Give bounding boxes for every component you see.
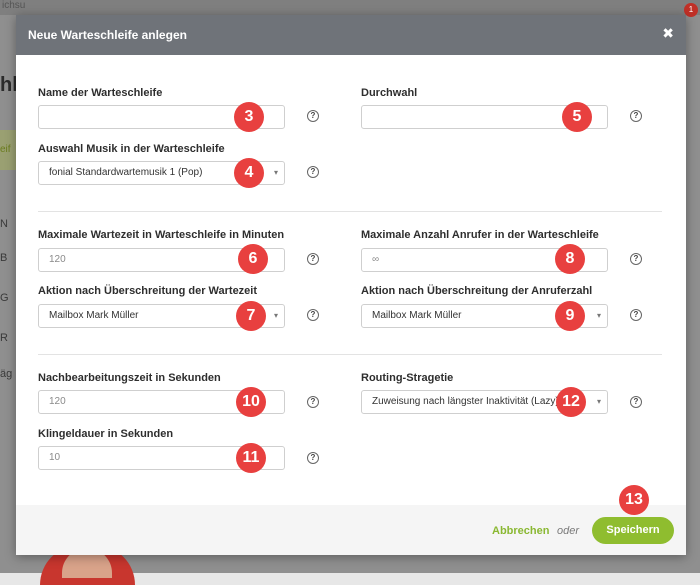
chevron-down-icon: ▾ <box>273 311 278 320</box>
modal-title: Neue Warteschleife anlegen <box>28 28 187 42</box>
klingeldauer-label: Klingeldauer in Sekunden <box>38 428 174 440</box>
step-badge-5: 5 <box>562 102 592 132</box>
aktion-anruferzahl-label: Aktion nach Überschreitung der Anruferza… <box>361 285 593 297</box>
nachbearbeitung-help-icon[interactable]: ? <box>307 396 319 408</box>
musik-select-value: fonial Standardwartemusik 1 (Pop) <box>49 167 203 178</box>
name-help-icon[interactable]: ? <box>307 110 319 122</box>
max-wartezeit-label: Maximale Wartezeit in Warteschleife in M… <box>38 229 285 241</box>
background-column-header: N <box>0 218 8 230</box>
step-badge-12: 12 <box>556 387 586 417</box>
name-label: Name der Warteschleife <box>38 87 163 99</box>
routing-label: Routing-Stragetie <box>361 372 454 384</box>
max-wartezeit-help-icon[interactable]: ? <box>307 253 319 265</box>
aktion-anruferzahl-help-icon[interactable]: ? <box>630 309 642 321</box>
routing-help-icon[interactable]: ? <box>630 396 642 408</box>
background-row-text: G <box>0 292 9 304</box>
section-divider <box>38 354 662 355</box>
aktion-anruferzahl-select-value: Mailbox Mark Müller <box>372 310 462 321</box>
background-tab: eif <box>0 130 16 170</box>
step-badge-3: 3 <box>234 102 264 132</box>
step-badge-4: 4 <box>234 158 264 188</box>
max-anrufer-help-icon[interactable]: ? <box>630 253 642 265</box>
step-badge-10: 10 <box>236 387 266 417</box>
step-badge-13: 13 <box>619 485 649 515</box>
musik-help-icon[interactable]: ? <box>307 166 319 178</box>
nachbearbeitung-label: Nachbearbeitungszeit in Sekunden <box>38 372 221 384</box>
step-badge-11: 11 <box>236 443 266 473</box>
background-row-text: R <box>0 332 8 344</box>
routing-select-value: Zuweisung nach längster Inaktivität (Laz… <box>372 396 559 407</box>
durchwahl-label: Durchwahl <box>361 87 418 99</box>
aktion-wartezeit-select-value: Mailbox Mark Müller <box>49 310 139 321</box>
background-row-text: äg <box>0 368 13 380</box>
close-icon[interactable]: ✖ <box>662 25 674 41</box>
step-badge-9: 9 <box>555 301 585 331</box>
aktion-wartezeit-help-icon[interactable]: ? <box>307 309 319 321</box>
max-anrufer-label: Maximale Anzahl Anrufer in der Warteschl… <box>361 229 599 241</box>
or-text: oder <box>557 525 580 537</box>
aktion-wartezeit-label: Aktion nach Überschreitung der Wartezeit <box>38 285 258 297</box>
section-divider <box>38 211 662 212</box>
modal-footer <box>16 505 686 555</box>
background-row-text: B <box>0 252 8 264</box>
klingeldauer-help-icon[interactable]: ? <box>307 452 319 464</box>
musik-label: Auswahl Musik in der Warteschleife <box>38 143 225 155</box>
chevron-down-icon: ▾ <box>273 168 278 177</box>
background-topbar: ichsu 1 <box>0 0 700 17</box>
create-queue-modal: Neue Warteschleife anlegen ✖ Name der Wa… <box>16 15 686 555</box>
step-badge-6: 6 <box>238 244 268 274</box>
durchwahl-help-icon[interactable]: ? <box>630 110 642 122</box>
step-badge-7: 7 <box>236 301 266 331</box>
cancel-button[interactable]: Abbrechen <box>492 525 549 537</box>
save-button[interactable]: Speichern <box>592 517 674 544</box>
notification-badge: 1 <box>684 3 698 17</box>
step-badge-8: 8 <box>555 244 585 274</box>
background-topbar-text: ichsu <box>2 0 26 11</box>
chevron-down-icon: ▾ <box>596 397 601 406</box>
modal-header: Neue Warteschleife anlegen ✖ <box>16 15 686 55</box>
chevron-down-icon: ▾ <box>596 311 601 320</box>
